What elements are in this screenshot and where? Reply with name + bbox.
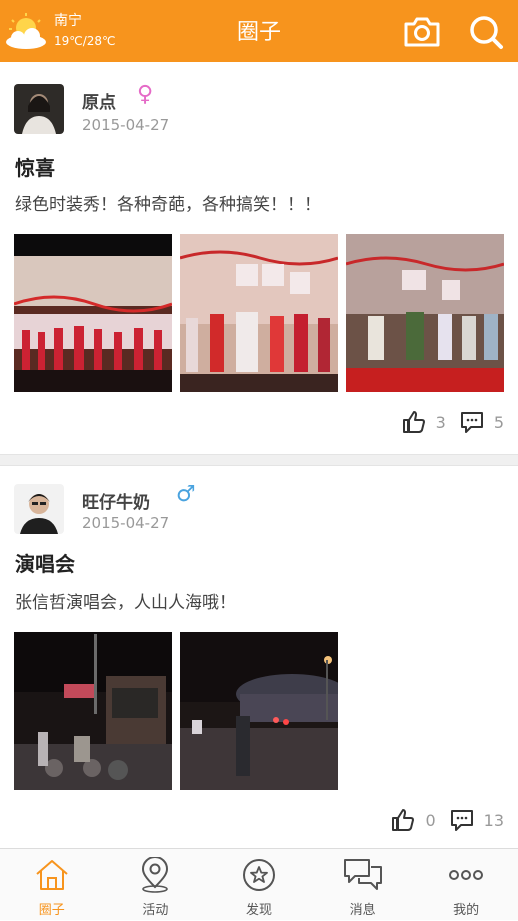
post-title: 演唱会 <box>15 552 75 576</box>
post-divider <box>0 454 518 466</box>
comment-button[interactable]: 13 <box>450 808 504 832</box>
home-icon <box>36 860 68 890</box>
post-title: 惊喜 <box>15 156 55 180</box>
tab-label: 发现 <box>245 903 272 918</box>
tab-label: 消息 <box>349 903 376 918</box>
tab-mine[interactable]: 我的 <box>414 849 518 921</box>
post-text: 绿色时装秀！各种奇葩，各种搞笑！！！ <box>15 195 321 215</box>
sun-cloud-icon <box>6 13 46 49</box>
camera-button[interactable] <box>400 10 444 54</box>
tab-circle[interactable]: 圈子 <box>0 849 104 921</box>
post-date: 2015-04-27 <box>82 514 170 532</box>
photo-image <box>180 632 338 790</box>
post-photo[interactable] <box>346 234 504 392</box>
post-card[interactable]: 旺仔牛奶 ♂ 2015-04-27 演唱会 张信哲演唱会，人山人海哦！ 0 13 <box>0 466 518 848</box>
post-actions: 0 13 <box>377 806 504 834</box>
like-count: 3 <box>435 412 446 432</box>
star-circle-icon <box>242 859 275 891</box>
chat-bubbles-icon <box>343 859 382 890</box>
location-pin-icon <box>142 857 169 893</box>
male-icon: ♂ <box>176 482 196 507</box>
camera-icon <box>404 17 440 47</box>
comment-icon <box>450 810 473 831</box>
thumbs-up-icon <box>402 411 425 433</box>
tab-label: 圈子 <box>38 903 65 918</box>
like-button[interactable]: 3 <box>402 410 446 434</box>
weather-widget[interactable]: 南宁 19℃/28℃ <box>4 8 124 54</box>
tab-activity[interactable]: 活动 <box>104 849 208 921</box>
post-photo[interactable] <box>14 234 172 392</box>
user-name[interactable]: 旺仔牛奶 <box>82 488 150 513</box>
more-dots-icon <box>449 870 484 880</box>
avatar-image <box>14 84 64 134</box>
photo-image <box>14 234 172 392</box>
comment-count: 13 <box>483 810 504 830</box>
comment-count: 5 <box>493 412 504 432</box>
tab-messages[interactable]: 消息 <box>311 849 415 921</box>
avatar-image <box>14 484 64 534</box>
post-date: 2015-04-27 <box>82 116 170 134</box>
like-button[interactable]: 0 <box>391 808 436 832</box>
user-name[interactable]: 原点 <box>82 88 116 113</box>
post-actions: 3 5 <box>388 408 504 436</box>
top-bar: 南宁 19℃/28℃ 圈子 <box>0 0 518 62</box>
avatar[interactable] <box>14 84 64 134</box>
search-button[interactable] <box>464 10 508 54</box>
female-icon: ♀ <box>137 82 154 107</box>
thumbs-up-icon <box>392 809 415 831</box>
photo-image <box>346 234 504 392</box>
comment-icon <box>460 412 483 433</box>
post-card[interactable]: 原点 ♀ 2015-04-27 惊喜 绿色时装秀！各种奇葩，各种搞笑！！！ 3 … <box>0 62 518 454</box>
tab-discover[interactable]: 发现 <box>207 849 311 921</box>
avatar[interactable] <box>14 484 64 534</box>
post-text: 张信哲演唱会，人山人海哦！ <box>15 593 236 613</box>
search-icon <box>470 16 503 49</box>
bottom-tab-bar: 圈子 活动 发现 消息 我的 <box>0 848 518 920</box>
post-photo[interactable] <box>180 234 338 392</box>
photo-image <box>180 234 338 392</box>
photo-image <box>14 632 172 790</box>
weather-temperature: 19℃/28℃ <box>54 34 116 48</box>
post-photo[interactable] <box>14 632 172 790</box>
tab-label: 我的 <box>453 903 480 918</box>
like-count: 0 <box>425 810 436 830</box>
comment-button[interactable]: 5 <box>460 410 504 434</box>
weather-city: 南宁 <box>54 13 82 29</box>
post-photo[interactable] <box>180 632 338 790</box>
tab-label: 活动 <box>142 903 169 918</box>
